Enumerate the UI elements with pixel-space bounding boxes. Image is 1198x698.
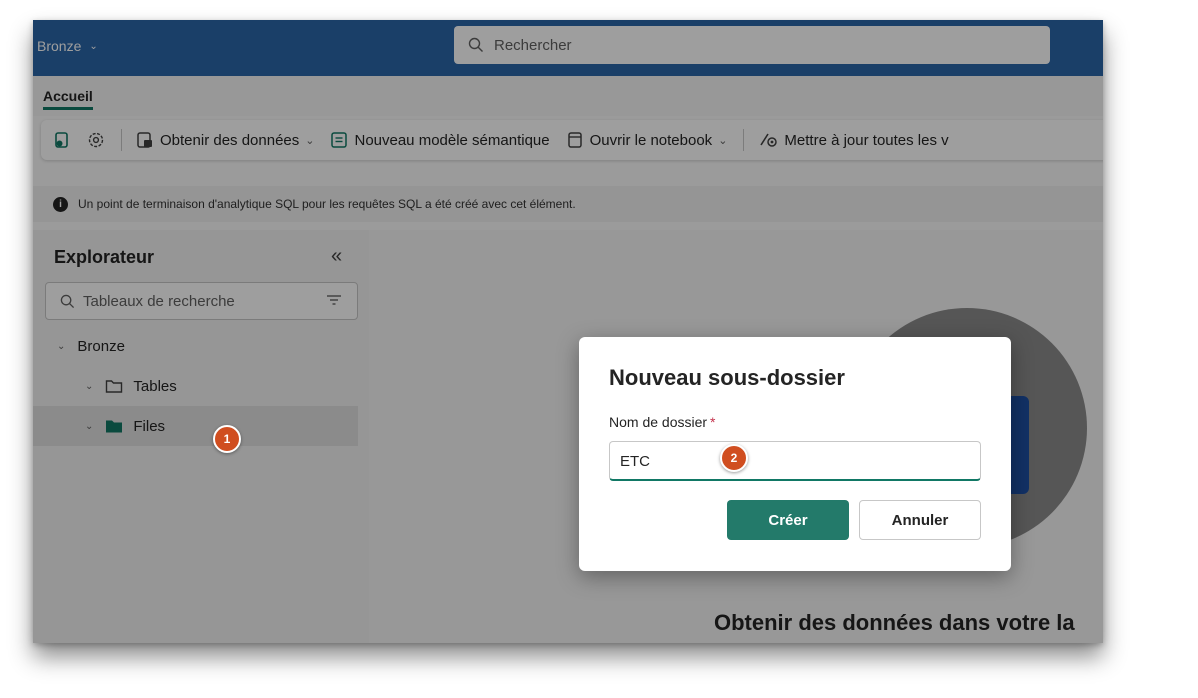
folder-name-label: Nom de dossier * — [609, 414, 716, 430]
dialog-title: Nouveau sous-dossier — [609, 365, 845, 390]
create-button[interactable]: Créer — [727, 500, 849, 540]
step-badge-1: 1 — [213, 425, 241, 453]
folder-name-field[interactable] — [609, 441, 981, 481]
folder-name-input[interactable] — [610, 442, 952, 480]
app-window: Bronze ⌄ Accueil — [33, 20, 1103, 643]
new-subfolder-dialog: Nouveau sous-dossier Nom de dossier* 2 C… — [579, 337, 1011, 571]
required-marker: * — [710, 414, 716, 430]
folder-name-label-text: Nom de dossier — [609, 414, 708, 430]
cancel-button[interactable]: Annuler — [859, 500, 981, 540]
step-badge-2: 2 — [720, 444, 748, 472]
